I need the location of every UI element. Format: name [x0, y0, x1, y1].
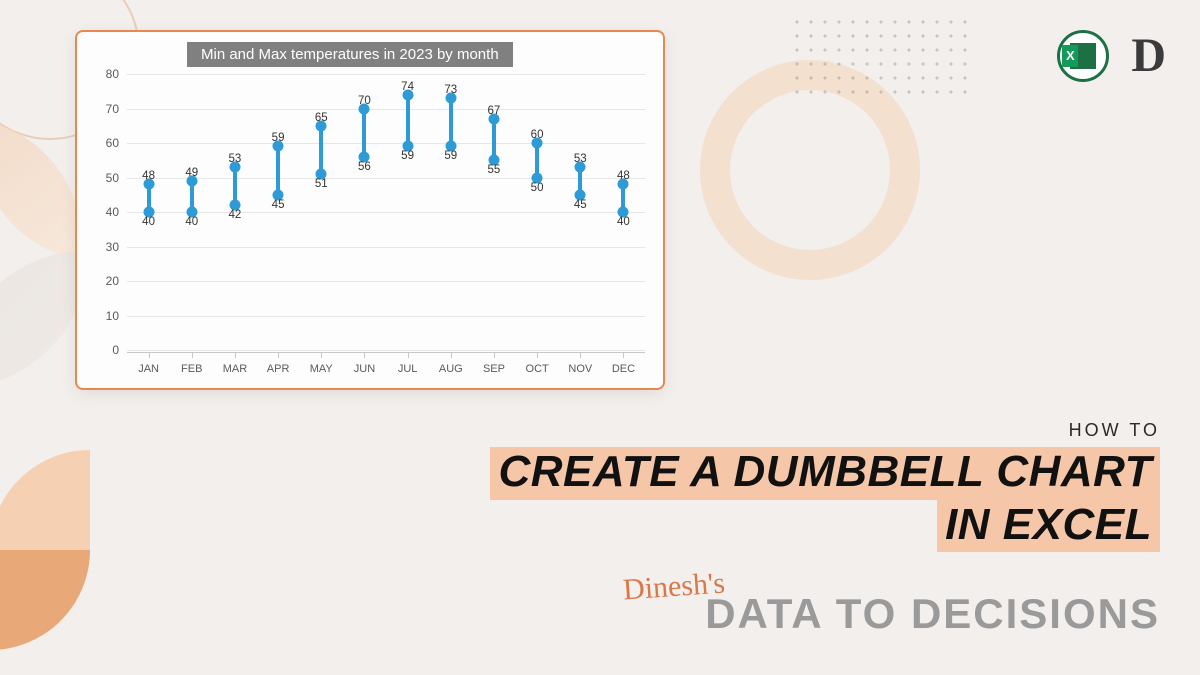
y-tick-label: 30 — [106, 240, 119, 254]
dumbbell-connector — [276, 146, 280, 194]
data-label-max: 48 — [142, 170, 155, 182]
chart-title: Min and Max temperatures in 2023 by mont… — [187, 42, 513, 67]
dumbbell: 48 40 — [127, 74, 170, 350]
y-axis: 01020304050607080 — [77, 74, 125, 350]
deco-quarter — [0, 550, 90, 650]
data-label-max: 65 — [315, 112, 328, 124]
brand-text: DATA TO DECISIONS — [705, 590, 1160, 638]
excel-icon — [1057, 30, 1109, 82]
data-label-min: 40 — [185, 216, 198, 228]
chart-card: Min and Max temperatures in 2023 by mont… — [75, 30, 665, 390]
data-label-min: 59 — [444, 150, 457, 162]
y-tick-label: 40 — [106, 205, 119, 219]
y-tick-label: 70 — [106, 102, 119, 116]
x-tick-label: JUN — [343, 352, 386, 388]
dumbbell: 59 45 — [257, 74, 300, 350]
overline-text: HOW TO — [490, 420, 1160, 441]
x-tick-label: JAN — [127, 352, 170, 388]
x-tick-label: OCT — [516, 352, 559, 388]
data-label-max: 59 — [272, 132, 285, 144]
x-tick-label: NOV — [559, 352, 602, 388]
data-label-max: 53 — [229, 153, 242, 165]
headline-line-2: IN EXCEL — [490, 500, 1160, 553]
y-tick-label: 10 — [106, 309, 119, 323]
plot-area: 48 40 49 40 53 42 59 45 65 51 70 56 74 59 73 59 67 55 60 50… — [127, 74, 645, 350]
dumbbell: 53 42 — [213, 74, 256, 350]
data-label-max: 49 — [185, 167, 198, 179]
dumbbell: 53 45 — [559, 74, 602, 350]
headline-line-1: CREATE A DUMBBELL CHART — [490, 447, 1160, 500]
deco-quarter — [0, 450, 90, 550]
headline-block: HOW TO CREATE A DUMBBELL CHART IN EXCEL — [490, 420, 1160, 552]
data-label-max: 53 — [574, 153, 587, 165]
dumbbell: 48 40 — [602, 74, 645, 350]
dumbbell-connector — [449, 98, 453, 146]
dumbbell: 67 55 — [472, 74, 515, 350]
excel-icon-inner — [1070, 43, 1096, 69]
data-label-max: 67 — [488, 105, 501, 117]
brand-logo-icon: D — [1131, 28, 1162, 83]
dumbbell: 74 59 — [386, 74, 429, 350]
y-tick-label: 80 — [106, 67, 119, 81]
data-label-max: 48 — [617, 170, 630, 182]
y-tick-label: 60 — [106, 136, 119, 150]
data-label-min: 40 — [142, 216, 155, 228]
data-label-min: 51 — [315, 178, 328, 190]
x-axis: JANFEBMARAPRMAYJUNJULAUGSEPOCTNOVDEC — [127, 352, 645, 388]
dumbbell-connector — [319, 126, 323, 174]
y-tick-label: 0 — [112, 343, 119, 357]
data-label-min: 59 — [401, 150, 414, 162]
data-label-max: 60 — [531, 129, 544, 141]
data-label-min: 42 — [229, 209, 242, 221]
dumbbell: 70 56 — [343, 74, 386, 350]
badge-row: D — [1057, 28, 1162, 83]
dumbbell-connector — [362, 109, 366, 157]
x-tick-label: FEB — [170, 352, 213, 388]
data-label-min: 45 — [574, 199, 587, 211]
data-label-max: 73 — [444, 84, 457, 96]
x-tick-label: APR — [257, 352, 300, 388]
data-label-min: 50 — [531, 182, 544, 194]
y-tick-label: 50 — [106, 171, 119, 185]
data-label-min: 40 — [617, 216, 630, 228]
dumbbell: 65 51 — [300, 74, 343, 350]
data-label-min: 45 — [272, 199, 285, 211]
x-tick-label: JUL — [386, 352, 429, 388]
dumbbell: 60 50 — [516, 74, 559, 350]
deco-dot-grid — [790, 15, 970, 95]
x-tick-label: DEC — [602, 352, 645, 388]
data-label-max: 74 — [401, 81, 414, 93]
x-tick-label: MAR — [213, 352, 256, 388]
data-label-min: 56 — [358, 161, 371, 173]
data-label-min: 55 — [488, 164, 501, 176]
dumbbell-connector — [406, 95, 410, 147]
dumbbell: 49 40 — [170, 74, 213, 350]
x-tick-label: MAY — [300, 352, 343, 388]
y-tick-label: 20 — [106, 274, 119, 288]
grid-line — [127, 350, 645, 351]
x-tick-label: AUG — [429, 352, 472, 388]
x-tick-label: SEP — [472, 352, 515, 388]
data-label-max: 70 — [358, 95, 371, 107]
dumbbell: 73 59 — [429, 74, 472, 350]
